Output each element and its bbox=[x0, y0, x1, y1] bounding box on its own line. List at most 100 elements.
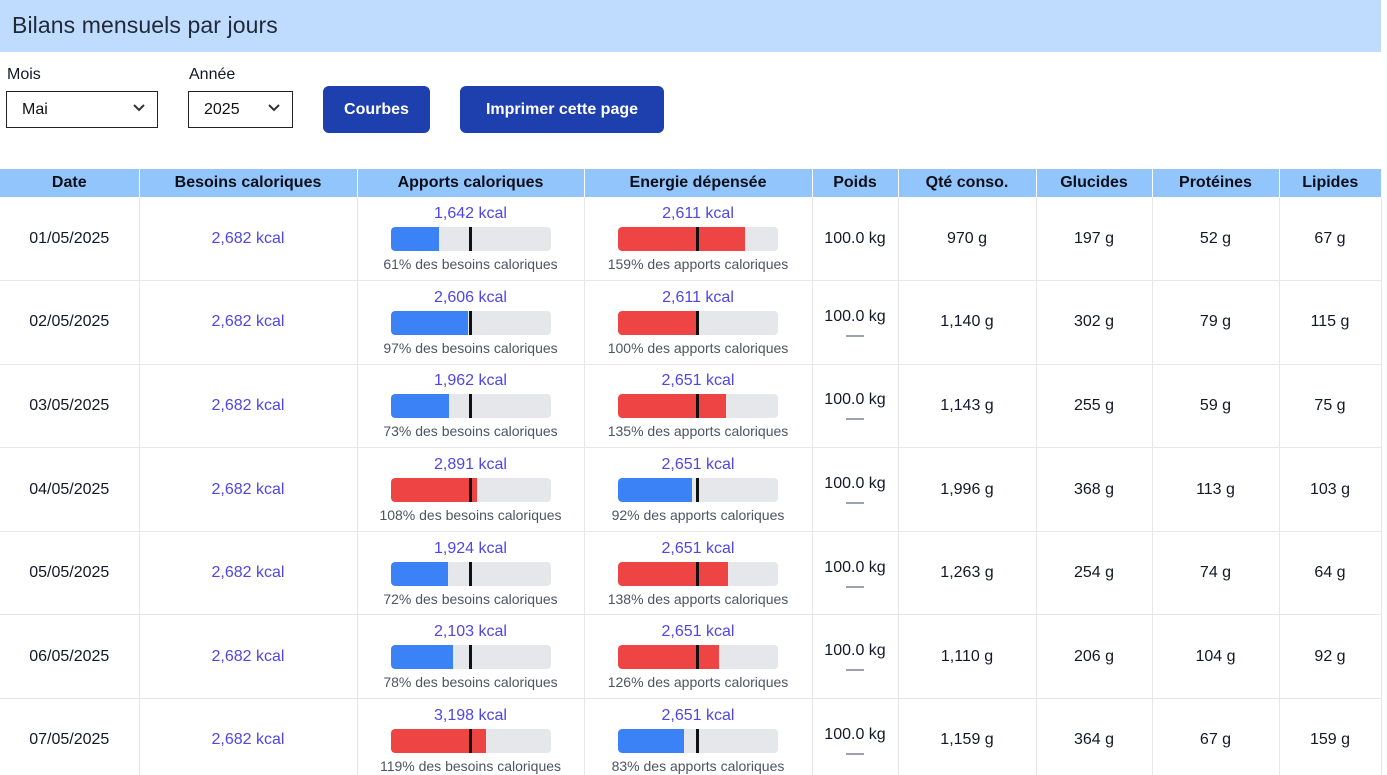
energie-value: 2,651 kcal bbox=[661, 706, 735, 724]
cell-besoins: 2,682 kcal bbox=[139, 614, 358, 700]
energie-note: 138% des apports caloriques bbox=[607, 590, 789, 607]
apports-bar-fill bbox=[390, 227, 440, 252]
energie-value: 2,611 kcal bbox=[662, 288, 734, 306]
poids-dash bbox=[846, 585, 864, 588]
cell-besoins: 2,682 kcal bbox=[139, 364, 358, 449]
poids-dash bbox=[846, 418, 864, 421]
target-marker bbox=[696, 227, 699, 252]
energie-progress-bar bbox=[618, 394, 778, 419]
apports-bar-fill bbox=[390, 561, 449, 586]
cell-poids: 100.0 kg bbox=[812, 614, 899, 700]
apports-bar-fill bbox=[390, 645, 453, 670]
apports-note: 108% des besoins caloriques bbox=[379, 507, 562, 524]
apports-bar-fill bbox=[390, 478, 477, 503]
apports-progress-bar bbox=[390, 394, 551, 419]
energie-note: 126% des apports caloriques bbox=[607, 674, 789, 691]
table-row: 07/05/2025 2,682 kcal 3,198 kcal 119% des b… bbox=[0, 698, 1382, 775]
poids-value: 100.0 kg bbox=[824, 475, 886, 493]
cell-energie: 2,651 kcal 92% des apports caloriques bbox=[584, 447, 813, 532]
table-row: 05/05/2025 2,682 kcal 1,924 kcal 72% des be… bbox=[0, 531, 1382, 616]
apports-value: 1,962 kcal bbox=[434, 372, 507, 390]
cell-qte: 1,996 g bbox=[898, 447, 1037, 532]
cell-qte: 970 g bbox=[898, 197, 1037, 282]
target-marker bbox=[696, 728, 699, 753]
cell-apports: 1,924 kcal 72% des besoins caloriques bbox=[357, 531, 585, 616]
col-header-apports: Apports caloriques bbox=[357, 169, 585, 197]
cell-poids: 100.0 kg bbox=[812, 197, 899, 282]
cell-date: 05/05/2025 bbox=[0, 531, 140, 616]
energie-note: 92% des apports caloriques bbox=[611, 507, 785, 524]
energie-progress-bar bbox=[618, 310, 778, 335]
table-header-row: Date Besoins caloriques Apports caloriqu… bbox=[0, 169, 1381, 197]
apports-progress-bar bbox=[390, 310, 551, 335]
energie-note: 83% des apports caloriques bbox=[611, 757, 785, 774]
cell-lipides: 159 g bbox=[1279, 698, 1382, 775]
cell-poids: 100.0 kg bbox=[812, 447, 899, 532]
month-select-value: Mai bbox=[22, 101, 48, 118]
poids-value: 100.0 kg bbox=[824, 642, 886, 660]
energie-note: 135% des apports caloriques bbox=[607, 423, 789, 440]
cell-qte: 1,140 g bbox=[898, 280, 1037, 365]
target-marker bbox=[696, 478, 699, 503]
energie-progress-bar bbox=[618, 561, 778, 586]
apports-value: 1,924 kcal bbox=[434, 539, 507, 557]
col-header-proteines: Protéines bbox=[1152, 169, 1280, 197]
energie-value: 2,651 kcal bbox=[661, 456, 735, 474]
cell-proteines: 74 g bbox=[1152, 531, 1280, 616]
table-row: 01/05/2025 2,682 kcal 1,642 kcal 61% des be… bbox=[0, 197, 1382, 282]
col-header-poids: Poids bbox=[812, 169, 899, 197]
target-marker bbox=[468, 310, 472, 335]
energie-value: 2,611 kcal bbox=[662, 205, 734, 223]
cell-proteines: 52 g bbox=[1152, 197, 1280, 282]
cell-apports: 1,962 kcal 73% des besoins caloriques bbox=[357, 364, 585, 449]
target-marker bbox=[468, 227, 472, 252]
cell-lipides: 64 g bbox=[1279, 531, 1382, 616]
cell-apports: 1,642 kcal 61% des besoins caloriques bbox=[357, 197, 585, 282]
col-header-lipides: Lipides bbox=[1279, 169, 1381, 197]
energie-value: 2,651 kcal bbox=[661, 623, 735, 641]
col-header-qte: Qté conso. bbox=[898, 169, 1037, 197]
cell-besoins: 2,682 kcal bbox=[139, 531, 358, 616]
cell-date: 06/05/2025 bbox=[0, 614, 140, 700]
cell-qte: 1,159 g bbox=[898, 698, 1037, 775]
target-marker bbox=[468, 728, 472, 753]
cell-glucides: 255 g bbox=[1036, 364, 1153, 449]
cell-poids: 100.0 kg bbox=[812, 698, 899, 775]
cell-lipides: 103 g bbox=[1279, 447, 1382, 532]
cell-date: 02/05/2025 bbox=[0, 280, 140, 365]
cell-poids: 100.0 kg bbox=[812, 280, 899, 365]
monthly-table: Date Besoins caloriques Apports caloriqu… bbox=[0, 169, 1382, 775]
year-select[interactable]: 2025 bbox=[188, 91, 293, 128]
cell-besoins: 2,682 kcal bbox=[139, 280, 358, 365]
cell-energie: 2,651 kcal 126% des apports caloriques bbox=[584, 614, 813, 700]
chevron-down-icon bbox=[268, 104, 280, 114]
cell-energie: 2,651 kcal 138% des apports caloriques bbox=[584, 531, 813, 616]
energie-bar-fill bbox=[618, 645, 719, 670]
curves-button[interactable]: Courbes bbox=[323, 86, 430, 133]
cell-qte: 1,263 g bbox=[898, 531, 1037, 616]
page-header: Bilans mensuels par jours bbox=[0, 0, 1381, 52]
apports-progress-bar bbox=[390, 561, 551, 586]
print-page-button[interactable]: Imprimer cette page bbox=[460, 86, 664, 133]
cell-proteines: 113 g bbox=[1152, 447, 1280, 532]
poids-dash bbox=[846, 502, 864, 505]
cell-energie: 2,611 kcal 159% des apports caloriques bbox=[584, 197, 813, 282]
poids-dash bbox=[846, 752, 864, 755]
poids-value: 100.0 kg bbox=[824, 558, 886, 576]
col-header-glucides: Glucides bbox=[1036, 169, 1153, 197]
apports-value: 2,606 kcal bbox=[434, 288, 507, 306]
month-select[interactable]: Mai bbox=[6, 91, 158, 128]
energie-progress-bar bbox=[618, 227, 778, 252]
target-marker bbox=[696, 645, 699, 670]
energie-value: 2,651 kcal bbox=[661, 539, 735, 557]
apports-value: 3,198 kcal bbox=[434, 706, 507, 724]
energie-bar-fill bbox=[618, 728, 685, 753]
cell-energie: 2,611 kcal 100% des apports caloriques bbox=[584, 280, 813, 365]
cell-besoins: 2,682 kcal bbox=[139, 197, 358, 282]
apports-bar-fill bbox=[390, 310, 469, 335]
apports-bar-fill bbox=[390, 394, 449, 419]
energie-value: 2,651 kcal bbox=[661, 372, 735, 390]
apports-note: 97% des besoins caloriques bbox=[383, 339, 558, 356]
cell-apports: 2,891 kcal 108% des besoins caloriques bbox=[357, 447, 585, 532]
energie-bar-fill bbox=[618, 561, 729, 586]
